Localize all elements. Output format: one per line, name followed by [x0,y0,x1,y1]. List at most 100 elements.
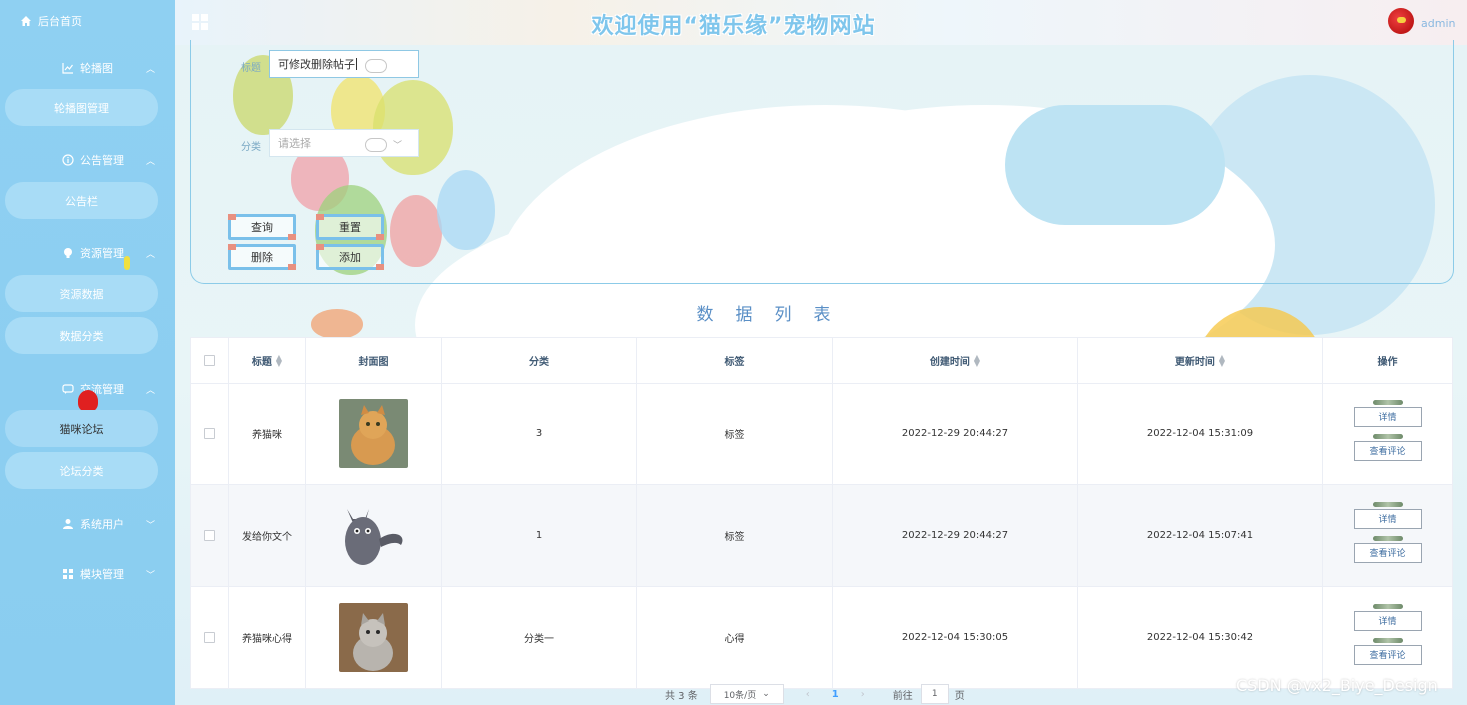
fluffy-kitten-image[interactable] [339,603,408,672]
column-header-label: 分类 [529,357,549,368]
row-checkbox[interactable] [204,632,215,643]
chart-icon [62,63,73,74]
category-cell: 1 [442,485,637,586]
reset-button[interactable]: 重置 [316,214,384,240]
category-cell: 分类一 [442,587,637,688]
list-title: 数据列表 [696,305,853,325]
title-search-input[interactable]: 可修改删除帖子 [269,50,419,78]
sidebar: 后台首页 轮播图 ︿ 轮播图管理 公告管理 ︿ 公告栏 资源管理 ︿ 资源数据 … [0,0,175,705]
created-time-cell: 2022-12-29 20:44:27 [833,383,1078,484]
cloud-icon [365,59,387,73]
column-header-label: 创建时间 [929,357,970,368]
row-select-cell [191,383,229,484]
category-filter-label: 分类 [241,142,261,153]
category-cell: 3 [442,383,637,484]
actions-cell: 详情 查看评论 [1323,485,1452,586]
column-header-label: 封面图 [358,357,389,368]
updated-time-cell: 2022-12-04 15:07:41 [1078,485,1323,586]
chevron-up-icon: ︿ [146,64,156,75]
cover-cell [306,587,442,688]
pagination-total: 共 3 条 [665,690,698,702]
view-comments-button[interactable]: 查看评论 [1353,433,1422,461]
bulb-icon [64,248,72,258]
column-header-cover: 封面图 [306,338,442,383]
chevron-up-icon: ︿ [146,249,156,260]
sort-icon[interactable]: ▲ ▼ [974,353,980,367]
tag-cell: 标签 [637,383,833,484]
column-header-updated[interactable]: 更新时间 ▲ ▼ [1078,338,1323,383]
column-header-created[interactable]: 创建时间 ▲ ▼ [833,338,1078,383]
prev-page-button[interactable]: ‹ [806,689,810,700]
page-size-select[interactable]: 10条/页 ⌄ [709,684,784,704]
actions-cell: 详情 查看评论 [1323,383,1452,484]
sidebar-group-system-users[interactable]: 系统用户 ﹀ [0,514,175,534]
next-page-button[interactable]: › [861,689,865,700]
table-row: 发给你文个 1 标签 2022-12-29 20:44:27 2022-12-0… [191,485,1452,587]
chevron-down-icon: ﹀ [393,141,403,151]
delete-button[interactable]: 删除 [228,244,296,270]
data-table: 标题 ▲ ▼ 封面图 分类 标签 创建时间 ▲ ▼ 更新时间 ▲ ▼ 操作 养猫咪 [190,337,1453,689]
goto-page-input[interactable]: 1 [920,684,949,704]
title-cell: 养猫咪心得 [229,587,306,688]
view-comments-button[interactable]: 查看评论 [1353,637,1422,665]
page-size-value: 10条/页 [723,690,757,701]
sidebar-group-carousel[interactable]: 轮播图 ︿ [0,58,175,78]
row-select-cell [191,485,229,586]
updated-time-cell: 2022-12-04 15:31:09 [1078,383,1323,484]
site-title: 欢迎使用“猫乐缘”宠物网站 [591,14,876,39]
sidebar-item-carousel-manage[interactable]: 轮播图管理 [5,89,158,126]
detail-button[interactable]: 详情 [1353,501,1422,529]
chevron-down-icon: ﹀ [146,570,156,581]
detail-button[interactable]: 详情 [1353,399,1422,427]
query-button[interactable]: 查询 [228,214,296,240]
detail-button[interactable]: 详情 [1353,603,1422,631]
text-cursor [356,58,357,70]
sort-icon[interactable]: ▲ ▼ [276,353,282,367]
sidebar-group-label: 模块管理 [80,568,124,581]
row-select-cell [191,587,229,688]
chevron-up-icon: ︿ [146,385,156,396]
title-cell: 养猫咪 [229,383,306,484]
info-icon [62,154,74,166]
table-header: 标题 ▲ ▼ 封面图 分类 标签 创建时间 ▲ ▼ 更新时间 ▲ ▼ 操作 [191,338,1452,384]
sidebar-item-notice-board[interactable]: 公告栏 [5,182,158,219]
pagination: 共 3 条 10条/页 ⌄ ‹ 1 › 前往 1 页 [665,684,965,704]
row-checkbox[interactable] [204,428,215,439]
sidebar-item-forum-category[interactable]: 论坛分类 [5,452,158,489]
chevron-up-icon: ︿ [146,156,156,167]
add-button[interactable]: 添加 [316,244,384,270]
sort-icon[interactable]: ▲ ▼ [1219,353,1225,367]
category-select-placeholder: 请选择 [278,137,311,150]
view-comments-button[interactable]: 查看评论 [1353,535,1422,563]
sidebar-item-label: 轮播图管理 [54,101,109,115]
user-icon [63,519,73,529]
page-number[interactable]: 1 [832,689,839,700]
tag-cell: 标签 [637,485,833,586]
grey-cartoon-cat-image[interactable] [339,501,408,570]
username[interactable]: admin [1421,17,1455,30]
decoration [124,256,130,270]
title-cell: 发给你文个 [229,485,306,586]
orange-cat-image[interactable] [339,399,408,468]
sidebar-group-modules[interactable]: 模块管理 ﹀ [0,564,175,584]
watermark: CSDN @vx2_Biye_Design [1236,676,1438,695]
column-header-label: 标签 [724,357,745,368]
actions-cell: 详情 查看评论 [1323,587,1452,688]
column-header-title[interactable]: 标题 ▲ ▼ [229,338,306,383]
sidebar-group-resource[interactable]: 资源管理 ︿ [0,243,175,263]
column-header-label: 操作 [1377,357,1398,368]
sidebar-item-label: 论坛分类 [59,464,104,478]
sidebar-group-label: 资源管理 [80,247,124,260]
updated-time-cell: 2022-12-04 15:30:42 [1078,587,1323,688]
avatar[interactable] [1388,8,1414,34]
tag-cell: 心得 [637,587,833,688]
sidebar-group-notice[interactable]: 公告管理 ︿ [0,150,175,170]
sidebar-item-label: 公告栏 [65,194,98,208]
row-checkbox[interactable] [204,530,215,541]
page-suffix: 页 [954,690,965,702]
cover-cell [306,383,442,484]
sidebar-item-label: 猫咪论坛 [59,422,104,436]
select-all-cell [191,338,229,383]
select-all-checkbox[interactable] [204,355,215,366]
sidebar-item-cat-forum[interactable]: 猫咪论坛 [5,410,158,447]
